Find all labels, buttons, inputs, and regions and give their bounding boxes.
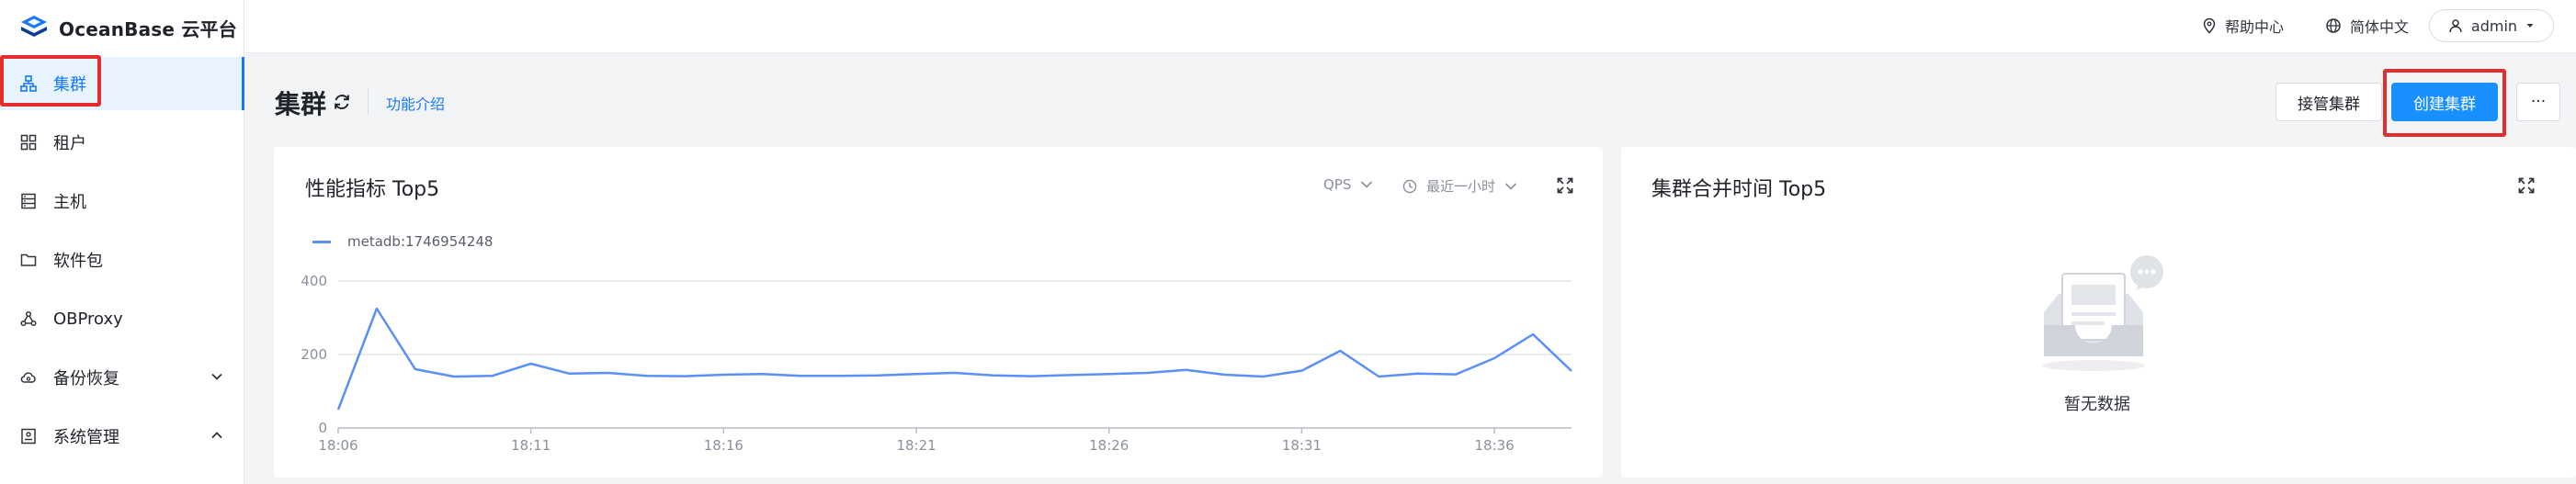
chevron-down-icon xyxy=(211,373,222,380)
app-logo[interactable]: OceanBase 云平台 xyxy=(18,11,237,44)
help-center-link[interactable]: 帮助中心 xyxy=(2202,15,2284,37)
sidebar-item-label: 系统管理 xyxy=(53,428,119,447)
cluster-icon xyxy=(20,75,37,92)
takeover-cluster-button[interactable]: 接管集群 xyxy=(2275,83,2382,121)
legend-label: metadb:1746954248 xyxy=(347,233,494,250)
empty-state-illustration-icon xyxy=(2042,255,2163,371)
sidebar-item-obproxy[interactable]: OBProxy xyxy=(0,292,244,345)
sidebar-item-cluster[interactable]: 集群 xyxy=(0,57,244,110)
sidebar-item-label: 租户 xyxy=(53,134,86,153)
location-pin-icon xyxy=(2203,17,2216,34)
fullscreen-icon[interactable] xyxy=(2518,177,2535,194)
x-tick-label: 18:36 xyxy=(1475,437,1515,454)
sidebar-item-system-management[interactable]: 系统管理 xyxy=(0,410,244,463)
user-menu[interactable]: admin xyxy=(2429,9,2554,42)
x-tick-label: 18:16 xyxy=(704,437,743,454)
system-icon xyxy=(20,428,37,445)
sidebar-item-label: 软件包 xyxy=(53,252,103,271)
host-icon xyxy=(20,193,37,209)
fullscreen-icon[interactable] xyxy=(1557,177,1573,194)
empty-state-text: 暂无数据 xyxy=(2064,395,2130,414)
page-title: 集群 xyxy=(275,89,327,119)
sidebar-item-backup-restore[interactable]: 备份恢复 xyxy=(0,351,244,404)
performance-line-chart: 0 200 400 18:06 18:11 18:16 18:21 18:26 18:31 18:… xyxy=(301,273,1572,454)
refresh-icon[interactable] xyxy=(332,92,352,112)
sidebar-item-label: OBProxy xyxy=(53,309,123,329)
tenant-grid-icon xyxy=(20,134,37,151)
chevron-up-icon xyxy=(211,432,222,439)
x-tick-label: 18:21 xyxy=(896,437,936,454)
sidebar-item-label: 备份恢复 xyxy=(53,369,119,388)
caret-down-icon xyxy=(2526,24,2534,28)
time-range-select[interactable]: 最近一小时 xyxy=(1402,176,1517,196)
x-tick-label: 18:06 xyxy=(318,437,357,454)
header-divider xyxy=(368,88,369,114)
oceanbase-logo-icon xyxy=(21,16,47,37)
create-cluster-button[interactable]: 创建集群 xyxy=(2391,83,2498,121)
x-tick-label: 18:26 xyxy=(1089,437,1129,454)
language-switch[interactable]: 简体中文 xyxy=(2325,15,2409,37)
performance-card-title: 性能指标 Top5 xyxy=(305,178,440,201)
language-label: 简体中文 xyxy=(2350,18,2410,36)
sidebar-item-host[interactable]: 主机 xyxy=(0,174,244,228)
chevron-down-icon xyxy=(1504,182,1517,190)
x-tick-label: 18:11 xyxy=(511,437,550,454)
proxy-icon xyxy=(20,310,37,327)
merge-card-title: 集群合并时间 Top5 xyxy=(1651,178,1827,201)
sidebar-item-software-package[interactable]: 软件包 xyxy=(0,233,244,287)
feature-intro-link[interactable]: 功能介绍 xyxy=(386,92,445,114)
folder-icon xyxy=(20,252,37,268)
more-actions-button[interactable]: ··· xyxy=(2516,83,2560,121)
metric-select-value: QPS xyxy=(1323,176,1352,193)
y-tick-label: 400 xyxy=(301,273,327,289)
user-icon xyxy=(2449,19,2462,33)
metric-select[interactable]: QPS xyxy=(1323,176,1373,193)
help-center-label: 帮助中心 xyxy=(2225,18,2285,36)
y-tick-label: 0 xyxy=(318,420,327,436)
chart-legend[interactable]: metadb:1746954248 xyxy=(312,233,493,250)
user-name: admin xyxy=(2470,17,2518,35)
y-tick-label: 200 xyxy=(301,346,327,363)
sidebar-item-label: 集群 xyxy=(53,75,86,95)
app-title: OceanBase 云平台 xyxy=(59,17,237,40)
cloud-backup-icon xyxy=(20,369,37,386)
x-tick-label: 18:31 xyxy=(1282,437,1322,454)
legend-swatch xyxy=(312,240,331,243)
sidebar: OceanBase 云平台 集群 租户 主机 软件包 OBProxy 备份恢复 … xyxy=(0,0,244,484)
sidebar-item-label: 主机 xyxy=(53,193,86,212)
time-range-value: 最近一小时 xyxy=(1426,178,1496,195)
sidebar-item-tenant[interactable]: 租户 xyxy=(0,116,244,169)
chevron-down-icon xyxy=(1361,181,1373,188)
clock-icon xyxy=(1402,179,1417,193)
series-line[interactable] xyxy=(336,307,1572,411)
globe-icon xyxy=(2326,18,2341,33)
